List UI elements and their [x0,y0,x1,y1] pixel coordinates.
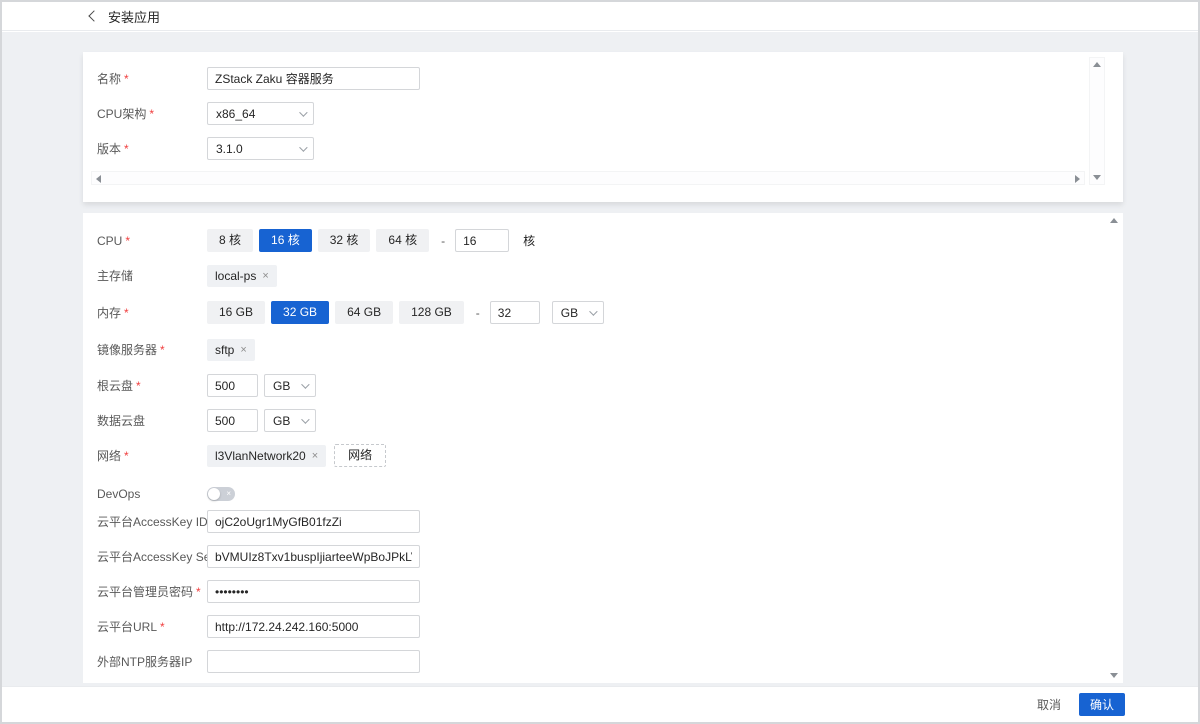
back-icon[interactable] [88,10,99,21]
primary-storage-label: 主存储 [97,267,207,284]
chevron-down-icon [299,143,307,151]
scroll-up-icon[interactable] [1093,62,1101,67]
version-value: 3.1.0 [216,142,243,156]
access-key-id-input[interactable] [207,510,420,533]
required-mark: * [124,72,129,86]
admin-password-input[interactable] [207,580,420,603]
memory-option-64gb[interactable]: 64 GB [335,301,393,324]
cpu-label: CPU* [97,234,207,248]
memory-option-32gb-selected[interactable]: 32 GB [271,301,329,324]
root-disk-size-input[interactable] [207,374,258,397]
version-select[interactable]: 3.1.0 [207,137,314,160]
cpu-custom-input[interactable] [455,229,509,252]
toggle-knob [208,488,220,500]
memory-label: 内存* [97,304,207,321]
required-mark: * [160,620,165,634]
root-disk-unit-select[interactable]: GB [264,374,316,397]
range-dash: - [476,306,480,320]
basic-info-panel: 名称* CPU架构* x86_64 版本* 3.1.0 [83,52,1123,202]
config-panel: CPU* 8 核 16 核 32 核 64 核 - 核 主存储 local-ps… [83,213,1123,683]
version-label: 版本* [97,140,207,157]
chevron-down-icon [589,307,597,315]
devops-toggle[interactable]: × [207,487,235,501]
remove-tag-icon[interactable]: × [312,450,318,462]
horizontal-scrollbar[interactable] [91,171,1085,185]
confirm-button[interactable]: 确认 [1079,693,1125,716]
toggle-off-icon: × [226,487,231,501]
devops-label: DevOps [97,487,207,501]
cpu-arch-value: x86_64 [216,107,255,121]
image-server-tag: sftp × [207,339,255,361]
memory-option-16gb[interactable]: 16 GB [207,301,265,324]
name-input[interactable] [207,67,420,90]
required-mark: * [196,585,201,599]
required-mark: * [136,379,141,393]
scroll-down-icon[interactable] [1110,673,1118,678]
chevron-down-icon [301,380,309,388]
required-mark: * [124,306,129,320]
memory-custom-input[interactable] [490,301,540,324]
scroll-right-icon[interactable] [1075,175,1080,183]
cpu-arch-label: CPU架构* [97,105,207,122]
scroll-left-icon[interactable] [96,175,101,183]
range-dash: - [441,234,445,248]
data-disk-unit-select[interactable]: GB [264,409,316,432]
admin-password-label: 云平台管理员密码* [97,583,207,600]
platform-url-input[interactable] [207,615,420,638]
chevron-down-icon [301,415,309,423]
chevron-down-icon [299,108,307,116]
primary-storage-tag: local-ps × [207,265,277,287]
memory-option-128gb[interactable]: 128 GB [399,301,464,324]
action-bar: 取消 确认 [2,686,1198,722]
cpu-option-32[interactable]: 32 核 [318,229,371,252]
data-disk-label: 数据云盘 [97,412,207,429]
remove-tag-icon[interactable]: × [240,344,246,356]
cpu-option-16-selected[interactable]: 16 核 [259,229,312,252]
cpu-arch-select[interactable]: x86_64 [207,102,314,125]
access-key-secret-input[interactable] [207,545,420,568]
required-mark: * [125,234,130,248]
network-label: 网络* [97,447,207,464]
page-header: 安装应用 [2,2,1198,31]
required-mark: * [149,107,154,121]
scroll-up-icon[interactable] [1110,218,1118,223]
image-server-label: 镜像服务器* [97,341,207,358]
scroll-down-icon[interactable] [1093,175,1101,180]
required-mark: * [124,142,129,156]
cpu-option-8[interactable]: 8 核 [207,229,253,252]
cpu-option-64[interactable]: 64 核 [376,229,429,252]
required-mark: * [160,343,165,357]
required-mark: * [124,449,129,463]
platform-url-label: 云平台URL* [97,618,207,635]
memory-unit-select[interactable]: GB [552,301,604,324]
ntp-server-label: 外部NTP服务器IP [97,653,207,670]
name-label: 名称* [97,70,207,87]
access-key-id-label: 云平台AccessKey ID* [97,513,207,530]
data-disk-size-input[interactable] [207,409,258,432]
network-tag: l3VlanNetwork20 × [207,445,326,467]
cpu-unit-label: 核 [523,232,535,249]
access-key-secret-label: 云平台AccessKey Secr... [97,548,207,565]
page-title: 安装应用 [108,7,160,26]
root-disk-label: 根云盘* [97,377,207,394]
remove-tag-icon[interactable]: × [262,270,268,282]
add-network-button[interactable]: 网络 [334,444,386,467]
vertical-scrollbar[interactable] [1089,57,1105,185]
ntp-server-input[interactable] [207,650,420,673]
cancel-button[interactable]: 取消 [1037,696,1061,713]
